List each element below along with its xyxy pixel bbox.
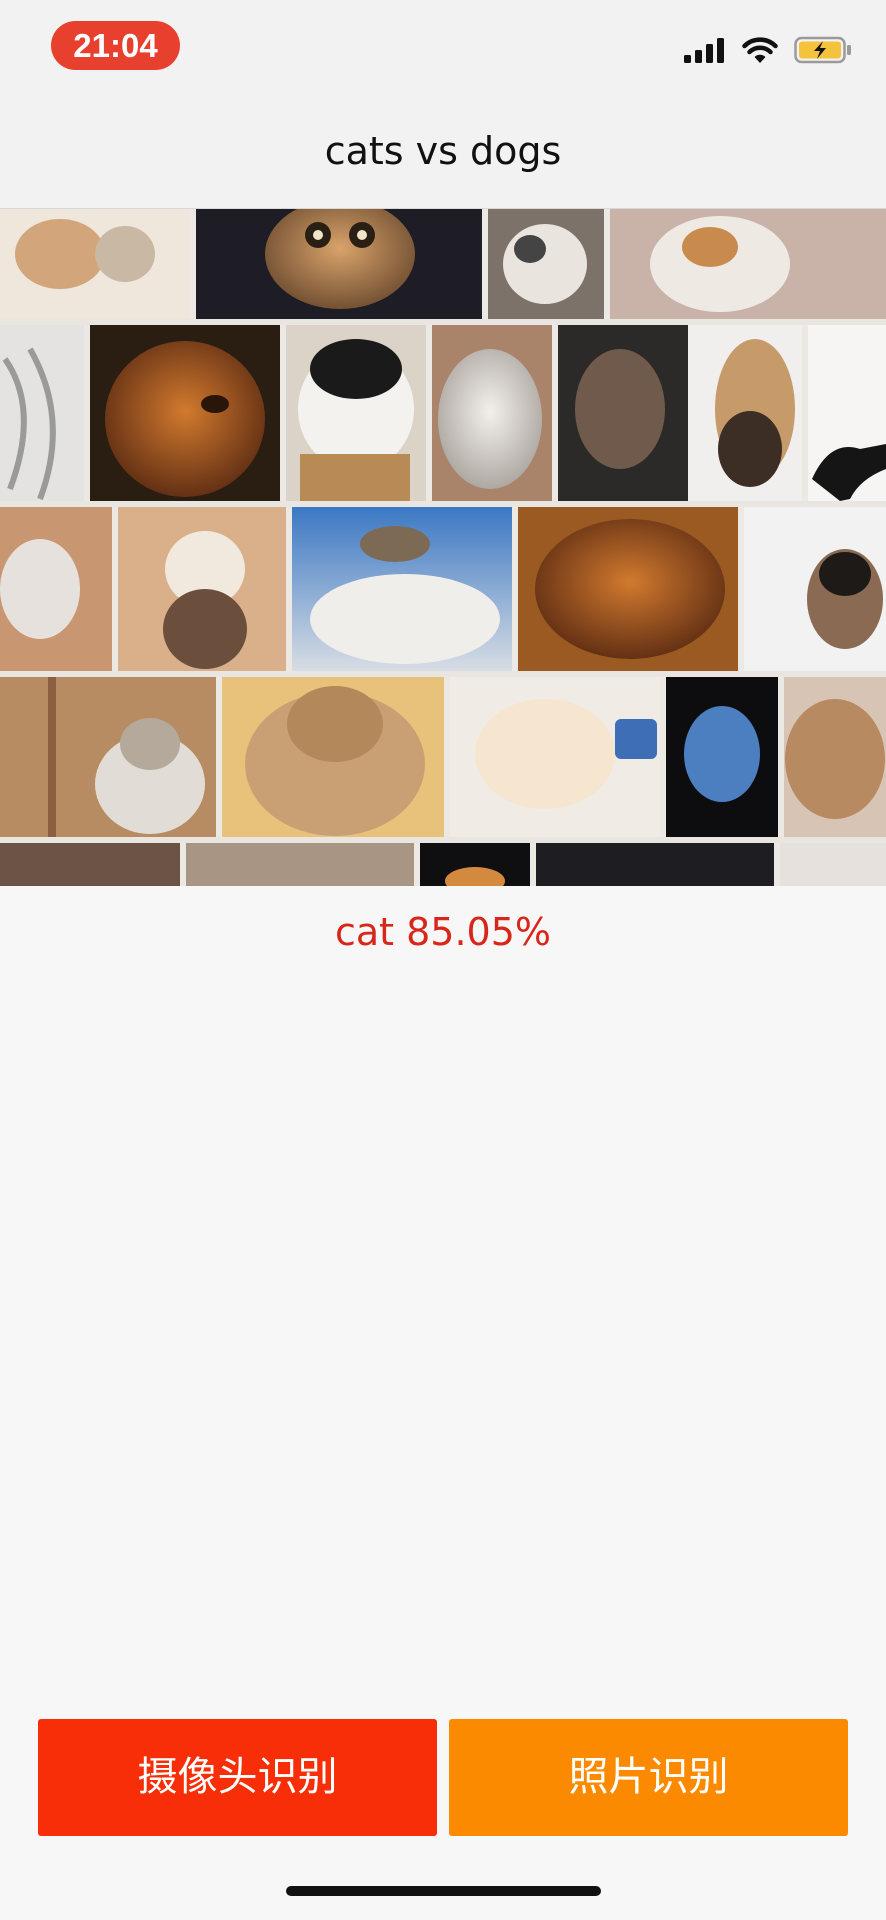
wifi-icon (742, 36, 778, 63)
cellular-signal-icon (684, 38, 724, 63)
cat-collage-photo (0, 209, 886, 886)
camera-recognize-button[interactable]: 摄像头识别 (38, 1719, 437, 1836)
home-indicator[interactable] (286, 1886, 601, 1896)
navigation-bar: cats vs dogs (0, 95, 886, 209)
page-title: cats vs dogs (324, 129, 562, 173)
recognition-result: cat 85.05% (334, 910, 552, 954)
battery-charging-icon (794, 36, 851, 64)
photo-recognize-button[interactable]: 照片识别 (449, 1719, 848, 1836)
status-icons (684, 36, 852, 64)
cat-collage-image (0, 209, 886, 886)
status-bar: 21:04 (0, 0, 886, 95)
status-time: 21:04 (51, 21, 180, 70)
